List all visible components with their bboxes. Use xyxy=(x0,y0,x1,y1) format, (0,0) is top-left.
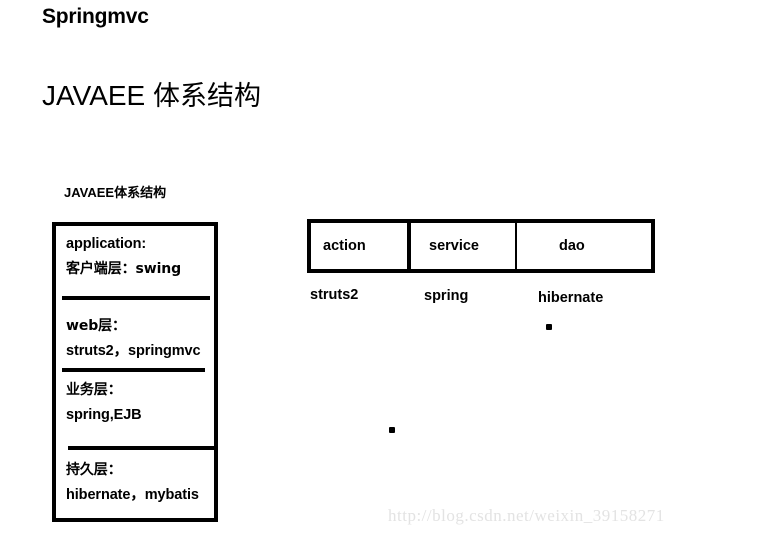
watermark-url: http://blog.csdn.net/weixin_39158271 xyxy=(388,506,665,525)
layer-service-line1: 业务层： xyxy=(66,382,122,398)
section-heading-cjk: 体系结构 xyxy=(153,81,262,112)
layer-divider-2 xyxy=(62,368,205,372)
layer-service-line2: spring,EJB xyxy=(66,407,142,423)
layer-application: application: 客户端层：swing xyxy=(66,232,214,282)
section-heading-latin: JAVAEE xyxy=(42,80,154,111)
tier-cell-service: service xyxy=(411,223,517,269)
tier-note-spring: spring xyxy=(424,288,469,304)
tier-cell-dao: dao xyxy=(517,223,651,269)
layer-persistence-line1: 持久层： xyxy=(66,462,122,478)
javaee-layer-stack-box: application: 客户端层：swing web层： struts2，sp… xyxy=(52,222,218,522)
layer-service: 业务层： spring,EJB xyxy=(66,378,214,428)
tier-cell-action: action xyxy=(311,223,411,269)
layer-divider-1 xyxy=(62,296,210,300)
layer-persistence-line2: hibernate，mybatis xyxy=(66,487,199,503)
tier-note-struts2: struts2 xyxy=(310,287,359,303)
figure-caption-javaee-architecture: JAVAEE体系结构 xyxy=(64,185,167,200)
layer-web-line2: struts2，springmvc xyxy=(66,343,201,359)
layer-web: web层： struts2，springmvc xyxy=(66,314,214,364)
tier-cell-dao-label: dao xyxy=(559,238,585,254)
slide-canvas: Springmvc JAVAEE 体系结构 JAVAEE体系结构 applica… xyxy=(0,0,760,539)
layer-persistence: 持久层： hibernate，mybatis xyxy=(66,458,214,508)
tier-note-hibernate: hibernate xyxy=(538,290,604,306)
tier-cell-action-label: action xyxy=(323,238,366,254)
layer-web-line1: web层： xyxy=(66,318,126,334)
page-title: Springmvc xyxy=(42,5,149,28)
layer-application-line1: application: xyxy=(66,236,147,252)
stray-dot-lower xyxy=(389,427,395,433)
layer-application-line2: 客户端层：swing xyxy=(66,261,182,277)
tier-cell-service-label: service xyxy=(429,238,479,254)
section-heading: JAVAEE 体系结构 xyxy=(42,77,261,116)
layer-divider-3 xyxy=(68,446,214,450)
stray-dot-upper xyxy=(546,324,552,330)
tier-table: action service dao xyxy=(307,219,655,273)
